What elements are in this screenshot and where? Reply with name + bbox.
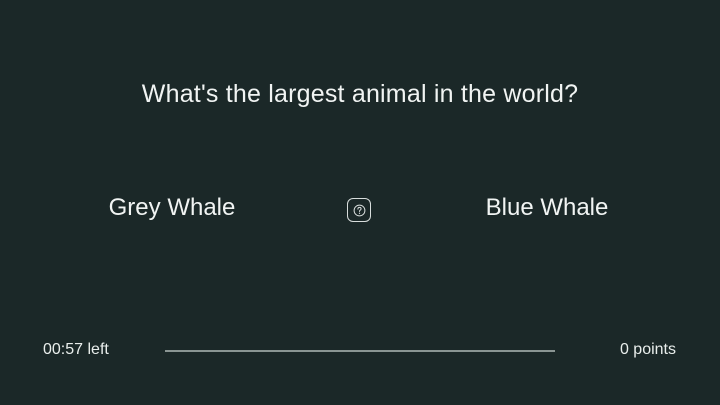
answer-option-blue-whale[interactable]: Blue Whale bbox=[447, 194, 647, 222]
points-suffix: points bbox=[633, 341, 676, 358]
time-suffix: left bbox=[87, 341, 109, 358]
time-progress-fill bbox=[165, 350, 555, 352]
time-progress-bar bbox=[165, 350, 555, 352]
points-display: 0 points bbox=[620, 341, 676, 359]
question-mark-icon bbox=[353, 204, 366, 217]
points-value: 0 bbox=[619, 341, 629, 358]
time-value: 00:57 bbox=[43, 341, 84, 358]
help-button[interactable] bbox=[347, 198, 371, 222]
answer-option-grey-whale[interactable]: Grey Whale bbox=[72, 194, 272, 222]
question-text: What's the largest animal in the world? bbox=[141, 80, 579, 108]
time-remaining: 00:57 left bbox=[43, 341, 109, 359]
